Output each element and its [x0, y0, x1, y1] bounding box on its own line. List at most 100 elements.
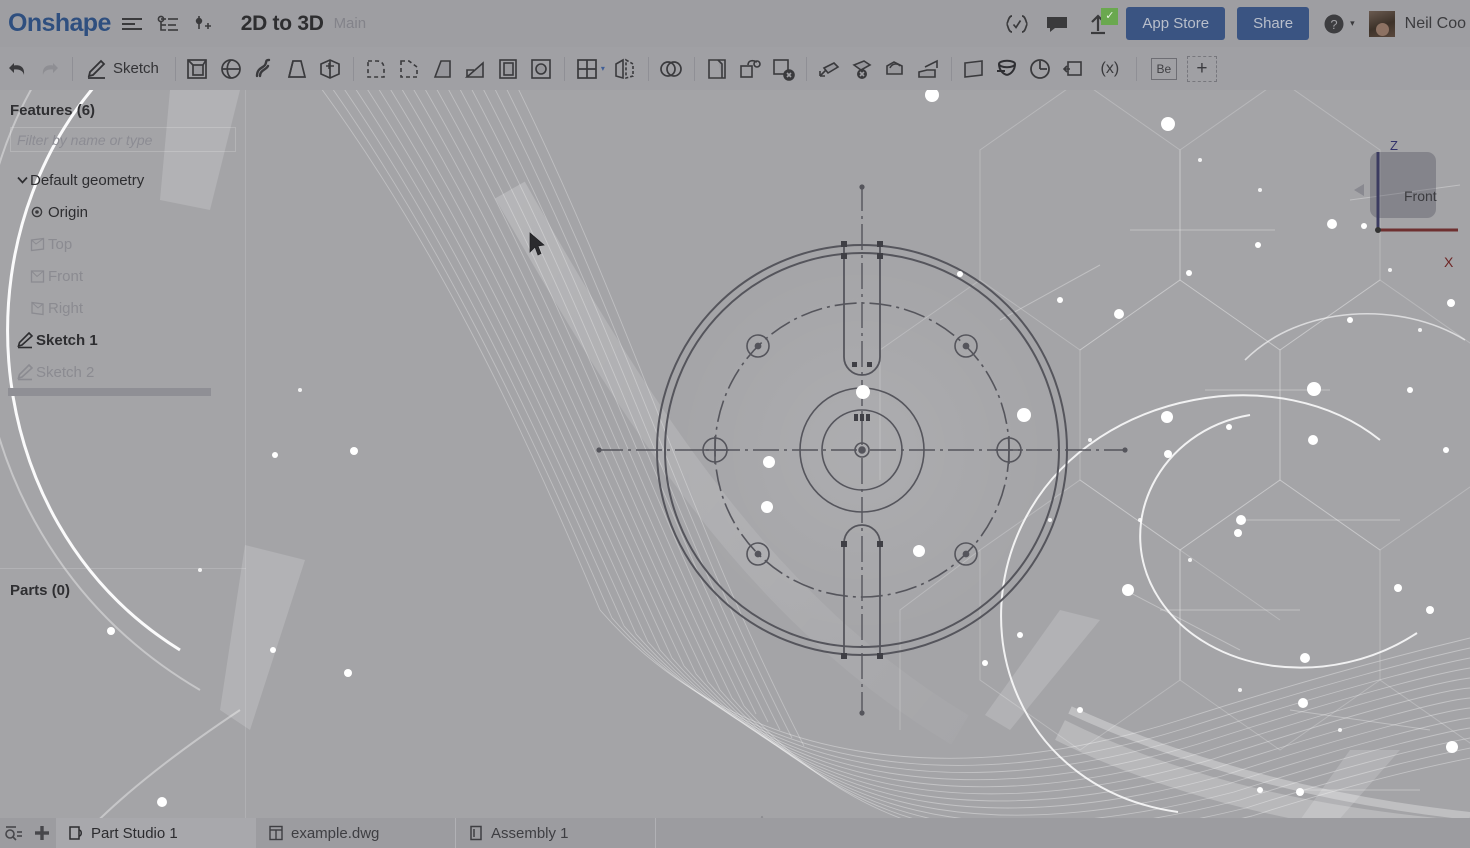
tab-assembly-1[interactable]: Assembly 1: [456, 818, 656, 848]
feature-tree-horizontal-scrollbar[interactable]: [8, 388, 211, 396]
boolean-icon[interactable]: [655, 52, 688, 86]
panel-edge: [245, 90, 246, 818]
chamfer-icon[interactable]: [393, 52, 426, 86]
user-name[interactable]: Neil Coo: [1405, 15, 1466, 33]
tree-item-label: Front: [48, 268, 83, 285]
undo-button[interactable]: [0, 52, 33, 86]
tree-item-sketch-2[interactable]: Sketch 2: [0, 356, 246, 388]
measure-clock-icon[interactable]: [1024, 52, 1057, 86]
app-header: Onshape: [0, 0, 1470, 47]
pattern-dropdown-caret[interactable]: ▾: [601, 64, 605, 73]
linear-pattern-icon[interactable]: [571, 52, 604, 86]
split-icon[interactable]: [701, 52, 734, 86]
extrude-icon[interactable]: [182, 52, 215, 86]
tree-item-right[interactable]: Right: [0, 292, 246, 324]
enclose-icon[interactable]: [912, 52, 945, 86]
feature-tree: Default geometry Origin Top Front: [0, 164, 246, 388]
hole-icon[interactable]: [525, 52, 558, 86]
sketch-button-label: Sketch: [113, 60, 159, 77]
tree-item-label: Origin: [48, 204, 88, 221]
upload-status-badge: ✓: [1101, 8, 1118, 25]
feature-filter-input[interactable]: Filter by name or type: [10, 127, 236, 152]
tab-part-studio-1[interactable]: Part Studio 1: [56, 818, 256, 848]
upload-button[interactable]: ✓: [1082, 9, 1114, 39]
rib-icon[interactable]: [459, 52, 492, 86]
help-menu[interactable]: ? ▾: [1323, 13, 1355, 35]
variable-icon[interactable]: (x): [1090, 52, 1130, 86]
plane-icon: [26, 269, 48, 284]
toolbar-divider-6: [694, 57, 695, 81]
plane-icon[interactable]: [958, 52, 991, 86]
version-graph-icon[interactable]: [153, 9, 183, 39]
tree-item-label: Default geometry: [30, 172, 144, 189]
tab-example-dwg[interactable]: example.dwg: [256, 818, 456, 848]
view-orientation-triad[interactable]: Z X Front: [1340, 130, 1460, 250]
delete-part-icon[interactable]: [846, 52, 879, 86]
help-circle-icon: ?: [1323, 13, 1345, 35]
features-header: Features (6): [0, 90, 246, 127]
chevron-down-icon: ▾: [1350, 18, 1355, 29]
tree-item-label: Sketch 1: [36, 332, 98, 349]
sketch-button[interactable]: Sketch: [79, 52, 169, 86]
comment-icon[interactable]: [1042, 9, 1072, 39]
loft-icon[interactable]: [281, 52, 314, 86]
toolbar-divider-7: [806, 57, 807, 81]
replace-face-icon[interactable]: [879, 52, 912, 86]
featurescript-icon[interactable]: [1002, 9, 1032, 39]
chevron-down-icon[interactable]: [14, 176, 30, 184]
avatar[interactable]: [1369, 11, 1395, 37]
header-actions: ✓ App Store Share ? ▾ Neil Coo: [992, 0, 1470, 47]
features-title: Features (6): [10, 102, 246, 119]
sweep-icon[interactable]: [248, 52, 281, 86]
sketch-pencil-icon: [14, 363, 36, 381]
add-tab-button[interactable]: [28, 820, 56, 846]
onshape-window: Z X Front Onshape: [0, 0, 1470, 848]
tree-item-sketch-1[interactable]: Sketch 1: [0, 324, 246, 356]
revolve-icon[interactable]: [215, 52, 248, 86]
assembly-icon: [468, 825, 484, 841]
document-tab-bar: Part Studio 1 example.dwg Assembly 1: [0, 818, 1470, 848]
toolbar-divider-2: [175, 57, 176, 81]
draft-icon[interactable]: [426, 52, 459, 86]
move-face-icon[interactable]: [813, 52, 846, 86]
thicken-icon[interactable]: [314, 52, 347, 86]
toolbar-divider-8: [951, 57, 952, 81]
drawing-icon: [268, 825, 284, 841]
tree-item-label: Sketch 2: [36, 364, 94, 381]
sketch-group-icon[interactable]: [991, 52, 1024, 86]
sketch-pencil-icon: [85, 58, 107, 80]
redo-button[interactable]: [33, 52, 66, 86]
fillet-icon[interactable]: [360, 52, 393, 86]
toolbar-divider-3: [353, 57, 354, 81]
add-custom-feature-button[interactable]: +: [1187, 56, 1217, 82]
feature-list-panel: Features (6) Filter by name or type Defa…: [0, 90, 246, 818]
share-button[interactable]: Share: [1237, 7, 1309, 40]
onshape-logo[interactable]: Onshape: [8, 9, 111, 38]
tree-item-top[interactable]: Top: [0, 228, 246, 260]
parts-divider: [0, 568, 246, 569]
mirror-icon[interactable]: [609, 52, 642, 86]
hamburger-menu-icon[interactable]: [117, 9, 147, 39]
tab-label: Assembly 1: [491, 825, 569, 842]
transform-icon[interactable]: [734, 52, 767, 86]
tree-item-default-geometry[interactable]: Default geometry: [0, 164, 246, 196]
search-tabs-icon[interactable]: [0, 820, 28, 846]
parts-header: Parts (0): [10, 582, 70, 599]
variable-label: (x): [1101, 60, 1120, 78]
toolbar-divider-5: [648, 57, 649, 81]
part-studio-icon: [68, 825, 84, 841]
toolbar-divider: [72, 57, 73, 81]
history-branch-icon[interactable]: [189, 9, 219, 39]
import-derive-icon[interactable]: [1057, 52, 1090, 86]
document-title[interactable]: 2D to 3D: [241, 12, 324, 36]
delete-face-icon[interactable]: [767, 52, 800, 86]
tree-item-front[interactable]: Front: [0, 260, 246, 292]
svg-text:?: ?: [1330, 17, 1337, 32]
document-branch[interactable]: Main: [334, 15, 367, 32]
be-badge[interactable]: Be: [1151, 58, 1177, 80]
shell-icon[interactable]: [492, 52, 525, 86]
app-store-button[interactable]: App Store: [1126, 7, 1225, 40]
tree-item-origin[interactable]: Origin: [0, 196, 246, 228]
feature-filter-placeholder: Filter by name or type: [17, 132, 152, 148]
mouse-cursor: [528, 232, 546, 263]
